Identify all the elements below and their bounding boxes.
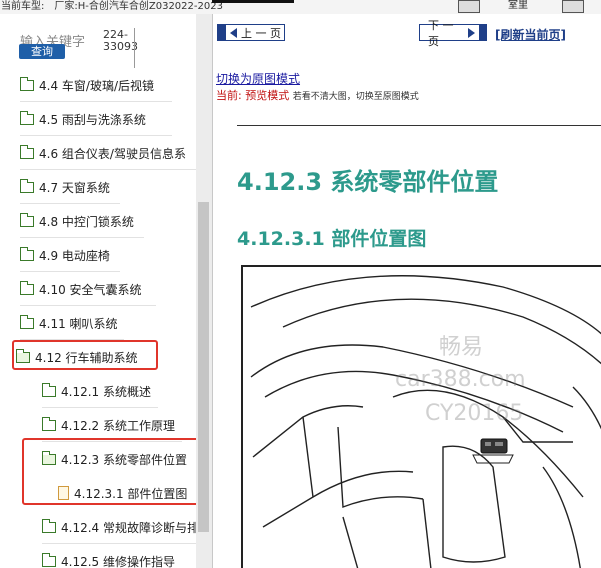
- search-divider: [134, 28, 135, 68]
- row-divider: [20, 237, 144, 238]
- toolbar-button-1[interactable]: [458, 0, 480, 13]
- next-page-button[interactable]: 下 一 页: [419, 19, 487, 48]
- folder-icon: [20, 110, 34, 125]
- tree-item-4-5[interactable]: 4.5 雨刮与洗涤系统: [20, 102, 146, 136]
- row-divider: [20, 203, 120, 204]
- content-panel: 上 一 页 下 一 页 [刷新当前页] 切换为原图模式 当前: 预览模式 若看不…: [213, 14, 601, 568]
- code-line-2: 33093: [103, 40, 138, 53]
- folder-icon: [20, 144, 34, 159]
- tree-item-label: 4.8 中控门锁系统: [39, 214, 134, 229]
- current-mode-key: 当前:: [216, 89, 242, 102]
- tree-item-4-12-5[interactable]: 4.12.5 维修操作指导: [42, 544, 175, 568]
- toolbar-button-2[interactable]: [562, 0, 584, 13]
- tree-item-4-11[interactable]: 4.11 喇叭系统: [20, 306, 118, 340]
- subsection-title: 4.12.3.1 部件位置图: [237, 228, 427, 250]
- tree-item-label: 4.6 组合仪表/驾驶员信息系: [39, 146, 186, 161]
- watermark-line-1: 畅易: [439, 335, 484, 360]
- tree-item-label: 4.11 喇叭系统: [39, 316, 118, 331]
- tree-scrollbar[interactable]: [196, 14, 212, 568]
- toolbar-divider: [212, 0, 294, 3]
- watermark-line-3: CY20165: [425, 401, 524, 426]
- row-divider: [42, 543, 196, 544]
- section-title: 4.12.3 系统零部件位置: [237, 168, 499, 196]
- button-edge: [478, 25, 486, 40]
- row-divider: [20, 271, 120, 272]
- folder-icon: [20, 178, 34, 193]
- search-button[interactable]: 查询: [19, 44, 65, 59]
- tree-item-4-4[interactable]: 4.4 车窗/玻璃/后视镜: [20, 68, 154, 102]
- search-area: 输入关键字 查询 224- 33093: [0, 14, 196, 68]
- arrow-left-icon: [230, 27, 237, 38]
- folder-icon: [20, 76, 34, 91]
- tree-item-label: 4.12.2 系统工作原理: [61, 418, 175, 433]
- folder-icon: [42, 416, 56, 431]
- highlight-box-4-12-3: [22, 438, 202, 505]
- arrow-right-icon: [467, 27, 475, 38]
- content-divider: [237, 125, 601, 126]
- row-divider: [20, 101, 172, 102]
- folder-icon: [42, 382, 56, 397]
- tree-item-label: 4.12.1 系统概述: [61, 384, 151, 399]
- folder-icon: [42, 518, 56, 533]
- folder-icon: [20, 280, 34, 295]
- tree-item-4-12-4[interactable]: 4.12.4 常规故障诊断与排: [42, 510, 199, 544]
- tree-item-label: 4.7 天窗系统: [39, 180, 110, 195]
- next-page-label: 下 一 页: [428, 18, 454, 48]
- current-mode-value: 预览模式: [245, 89, 290, 102]
- vehicle-info-bar: 当前车型: 厂家:H-合创汽车合创Z032022-2023 室里: [0, 0, 601, 14]
- tree-item-4-7[interactable]: 4.7 天窗系统: [20, 170, 110, 204]
- switch-original-mode-link[interactable]: 切换为原图模式: [216, 70, 300, 87]
- prev-page-button[interactable]: 上 一 页: [217, 24, 285, 41]
- current-mode-hint: 若看不清大图，切换至原图模式: [292, 92, 419, 102]
- toolbar-label: 室里: [508, 0, 528, 11]
- row-divider: [20, 169, 196, 170]
- current-mode: 当前: 预览模式 若看不清大图，切换至原图模式: [216, 87, 419, 103]
- folder-icon: [20, 246, 34, 261]
- row-divider: [20, 305, 156, 306]
- component-location-diagram: 畅易 car388.com CY20165: [241, 265, 601, 568]
- highlight-box-4-12: [12, 340, 158, 370]
- prev-page-label: 上 一 页: [241, 26, 281, 40]
- tree-item-4-6[interactable]: 4.6 组合仪表/驾驶员信息系: [20, 136, 186, 170]
- tree-item-label: 4.10 安全气囊系统: [39, 282, 142, 297]
- vehicle-line-drawing: [250, 275, 601, 568]
- folder-icon: [20, 314, 34, 329]
- scrollbar-thumb[interactable]: [198, 202, 209, 532]
- button-edge: [218, 25, 226, 40]
- tree-item-label: 4.9 电动座椅: [39, 248, 110, 263]
- tree-item-label: 4.5 雨刮与洗涤系统: [39, 112, 146, 127]
- folder-icon: [20, 212, 34, 227]
- watermark-line-2: car388.com: [395, 367, 526, 392]
- row-divider: [42, 407, 158, 408]
- catalog-panel: 输入关键字 查询 224- 33093 4.4 车窗/玻璃/后视镜 4.5 雨刮…: [0, 14, 213, 568]
- refresh-link[interactable]: [刷新当前页]: [495, 26, 566, 43]
- tree-item-label: 4.4 车窗/玻璃/后视镜: [39, 78, 154, 93]
- sensor-module: [472, 438, 514, 464]
- folder-icon: [42, 552, 56, 567]
- page-navigation: 上 一 页 下 一 页 [刷新当前页]: [213, 14, 601, 52]
- tree-item-4-12-1[interactable]: 4.12.1 系统概述: [42, 374, 151, 408]
- tree-item-4-9[interactable]: 4.9 电动座椅: [20, 238, 110, 272]
- tree-item-4-12-2[interactable]: 4.12.2 系统工作原理: [42, 408, 175, 442]
- tree-item-label: 4.12.5 维修操作指导: [61, 554, 175, 568]
- tree-item-4-10[interactable]: 4.10 安全气囊系统: [20, 272, 142, 306]
- tree-item-4-8[interactable]: 4.8 中控门锁系统: [20, 204, 134, 238]
- row-divider: [20, 135, 172, 136]
- tree-item-label: 4.12.4 常规故障诊断与排: [61, 520, 199, 535]
- vehicle-label: 当前车型: 厂家:H-合创汽车合创Z032022-2023: [1, 1, 223, 12]
